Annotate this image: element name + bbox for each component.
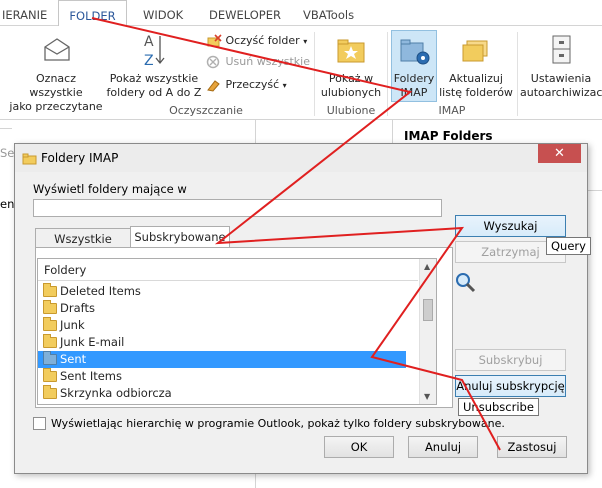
group-label-cleanup: Oczyszczanie	[169, 104, 243, 117]
show-all-az-label: Pokaż wszystkie foldery od A do Z	[106, 72, 202, 99]
folder-list[interactable]: Foldery Deleted Items Drafts Junk Junk E…	[37, 258, 437, 405]
list-item-label: Skrzynka odbiorcza	[60, 386, 172, 400]
folders-refresh-icon	[462, 40, 488, 62]
autoarchive-settings-button[interactable]: Ustawienia autoarchiwizacji	[520, 30, 602, 104]
folder-icon	[43, 368, 57, 382]
subscribe-button: Subskrybuj	[455, 349, 566, 371]
imap-folders-label: Foldery IMAP	[393, 72, 435, 99]
show-subscribed-only-checkbox[interactable]	[33, 417, 46, 430]
chevron-down-icon: ▾	[282, 81, 287, 90]
show-in-favorites-label: Pokaż w ulubionych	[320, 72, 382, 99]
magnifier-icon	[456, 273, 476, 293]
list-item[interactable]: Junk	[38, 317, 418, 334]
dialog-titlebar: Foldery IMAP ✕	[15, 144, 587, 172]
list-item[interactable]: Skrzynka odbiorcza	[38, 385, 418, 402]
group-label-imap: IMAP	[438, 104, 466, 117]
divider	[392, 120, 393, 145]
delete-icon	[206, 55, 220, 69]
envelope-open-icon	[44, 38, 70, 61]
list-scrollbar[interactable]: ▲ ▼	[419, 259, 436, 404]
clean-folder-icon	[207, 34, 222, 47]
folder-icon	[43, 334, 57, 348]
purge-label: Przeczyść	[225, 78, 280, 91]
show-all-az-button[interactable]: A Z Pokaż wszystkie foldery od A do Z	[106, 30, 202, 104]
group-separator	[517, 32, 518, 116]
show-in-favorites-button[interactable]: Pokaż w ulubionych	[318, 30, 384, 104]
list-item[interactable]: Deleted Items	[38, 283, 418, 300]
behind-search-fragment: Se	[0, 146, 15, 160]
scroll-down-icon[interactable]: ▼	[424, 392, 430, 401]
unsubscribe-tooltip: Unsubscribe	[458, 398, 539, 416]
folder-list-header: Foldery	[38, 259, 418, 281]
tab-folder[interactable]: FOLDER	[58, 0, 127, 27]
tab-uporzadkowanie[interactable]: IERANIE	[0, 0, 50, 26]
scroll-up-icon[interactable]: ▲	[424, 262, 430, 271]
update-folder-list-label: Aktualizuj listę folderów	[439, 72, 513, 99]
mark-all-read-button[interactable]: Oznacz wszystkie jako przeczytane	[8, 30, 104, 113]
group-label-favorites: Ulubione	[326, 104, 376, 117]
list-item[interactable]: Drafts	[38, 300, 418, 317]
dialog-title: Foldery IMAP	[41, 151, 119, 165]
group-separator	[314, 32, 315, 116]
divider	[588, 190, 602, 191]
autoarchive-settings-label: Ustawienia autoarchiwizacji	[520, 72, 602, 99]
clean-folder-button[interactable]: Oczyść folder ▾	[206, 32, 307, 50]
purge-button[interactable]: Przeczyść ▾	[206, 76, 287, 94]
folder-icon	[43, 300, 57, 314]
search-button[interactable]: Wyszukaj	[455, 215, 566, 237]
ribbon-tabbar: IERANIE FOLDER WIDOK DEWELOPER VBATools	[0, 0, 602, 27]
show-subscribed-only-label: Wyświetlając hierarchię w programie Outl…	[51, 417, 505, 430]
tab-widok[interactable]: WIDOK	[143, 0, 193, 26]
svg-text:A: A	[144, 34, 154, 50]
list-item-label: Sent	[60, 352, 87, 366]
query-tooltip: Query	[546, 237, 591, 255]
unsubscribe-button[interactable]: Anuluj subskrypcję	[455, 375, 566, 397]
tab-all[interactable]: Wszystkie	[35, 228, 131, 249]
folder-icon	[43, 351, 57, 365]
list-item-label: Sent Items	[60, 369, 122, 383]
svg-text:Z: Z	[144, 53, 154, 68]
behind-text-fragment: en	[0, 197, 15, 211]
list-item-label: Junk E-mail	[60, 335, 125, 349]
close-button[interactable]: ✕	[538, 144, 581, 163]
archive-cabinet-icon	[552, 35, 571, 64]
sort-az-icon: A Z	[144, 34, 165, 68]
cancel-button[interactable]: Anuluj	[408, 436, 478, 458]
filter-label: Wyświetl foldery mające w	[33, 182, 187, 196]
ok-button[interactable]: OK	[324, 436, 394, 458]
list-item-label: Junk	[60, 318, 85, 332]
divider	[0, 128, 12, 129]
chevron-down-icon: ▾	[303, 37, 308, 46]
imap-folder-gear-icon	[400, 39, 430, 65]
folder-icon	[43, 317, 57, 331]
list-item[interactable]: Sent Items	[38, 368, 418, 385]
list-item[interactable]: Junk E-mail	[38, 334, 418, 351]
purge-icon	[207, 80, 220, 92]
imap-folders-tooltip-title: IMAP Folders	[404, 129, 493, 143]
mark-all-read-label: Oznacz wszystkie jako przeczytane	[9, 72, 103, 113]
filter-input[interactable]	[33, 199, 442, 217]
list-item-label: Deleted Items	[60, 284, 141, 298]
list-item-selected[interactable]: Sent	[38, 351, 406, 368]
delete-all-button: Usuń wszystkie	[206, 53, 310, 71]
tab-deweloper[interactable]: DEWELOPER	[209, 0, 289, 26]
ribbon-panel: Oznacz wszystkie jako przeczytane A Z Po…	[0, 26, 602, 120]
favorites-folder-icon	[337, 39, 365, 63]
tab-vbatools[interactable]: VBATools	[303, 0, 373, 26]
tab-subscribed[interactable]: Subskrybowane	[130, 226, 230, 249]
folder-icon	[43, 385, 57, 399]
group-separator	[387, 32, 388, 116]
delete-all-label: Usuń wszystkie	[225, 55, 310, 68]
folder-icon	[43, 283, 57, 297]
apply-button[interactable]: Zastosuj	[497, 436, 567, 458]
scrollbar-thumb[interactable]	[423, 299, 433, 321]
imap-folders-dialog: Foldery IMAP ✕ Wyświetl foldery mające w…	[14, 143, 588, 474]
folder-icon	[22, 153, 37, 165]
list-item-label: Drafts	[60, 301, 95, 315]
imap-folders-button[interactable]: Foldery IMAP	[391, 30, 437, 104]
update-folder-list-button[interactable]: Aktualizuj listę folderów	[439, 30, 513, 104]
clean-folder-label: Oczyść folder	[225, 34, 300, 47]
